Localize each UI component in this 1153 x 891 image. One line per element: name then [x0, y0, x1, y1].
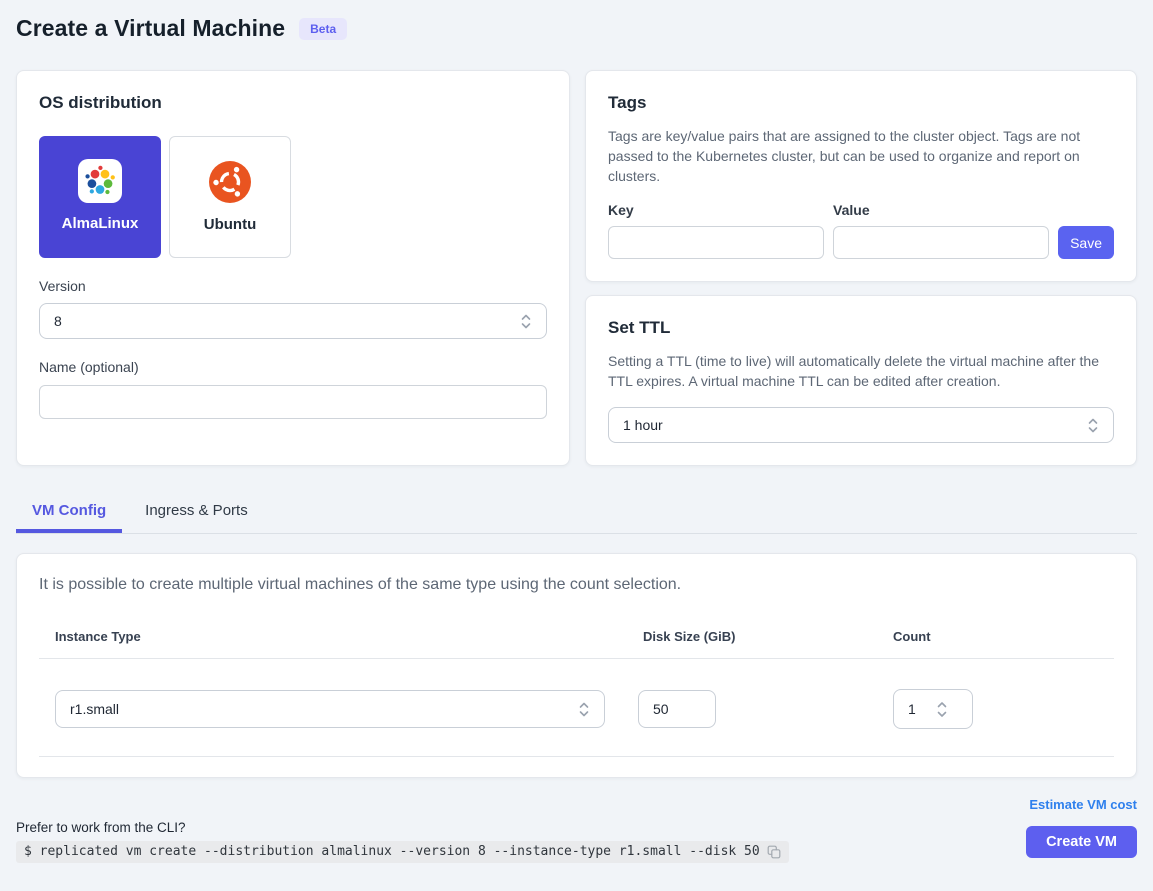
- instance-type-select[interactable]: r1.small: [55, 690, 605, 728]
- chevron-up-down-icon: [578, 701, 590, 718]
- instance-type-value: r1.small: [70, 701, 119, 717]
- create-vm-page: Create a Virtual Machine Beta OS distrib…: [0, 0, 1153, 863]
- estimate-vm-cost-link[interactable]: Estimate VM cost: [1029, 797, 1137, 812]
- column-instance-type: Instance Type: [55, 629, 141, 644]
- count-stepper[interactable]: [893, 689, 973, 729]
- os-tile-almalinux[interactable]: AlmaLinux: [39, 136, 161, 258]
- count-stepper-arrows: [936, 701, 948, 718]
- cli-section: Prefer to work from the CLI? $ replicate…: [16, 820, 789, 863]
- os-tiles: AlmaLinux Ubuntu: [39, 136, 547, 258]
- vm-table-header: Instance Type Disk Size (GiB) Count: [39, 628, 1114, 659]
- os-tile-ubuntu[interactable]: Ubuntu: [169, 136, 291, 258]
- set-ttl-card: Set TTL Setting a TTL (time to live) wil…: [585, 295, 1137, 466]
- ttl-select[interactable]: 1 hour: [608, 407, 1114, 443]
- tags-form: Key Value Save: [608, 202, 1114, 259]
- page-header: Create a Virtual Machine Beta: [16, 15, 1137, 42]
- ubuntu-logo-box: [208, 160, 252, 204]
- create-vm-button[interactable]: Create VM: [1026, 826, 1137, 858]
- tab-bar: VM Config Ingress & Ports: [16, 493, 1137, 534]
- os-card-title: OS distribution: [39, 93, 547, 113]
- name-label: Name (optional): [39, 359, 547, 375]
- footer-row: Prefer to work from the CLI? $ replicate…: [16, 820, 1137, 863]
- disk-size-input[interactable]: [638, 690, 716, 728]
- tags-card-description: Tags are key/value pairs that are assign…: [608, 126, 1114, 186]
- save-tag-button[interactable]: Save: [1058, 226, 1114, 259]
- name-input[interactable]: [39, 385, 547, 419]
- column-disk-size: Disk Size (GiB): [643, 629, 735, 644]
- version-select-value: 8: [54, 313, 62, 329]
- tag-value-column: Value: [833, 202, 1049, 259]
- stepper-up-icon[interactable]: [936, 701, 948, 709]
- ttl-card-description: Setting a TTL (time to live) will automa…: [608, 351, 1114, 391]
- vm-config-intro: It is possible to create multiple virtua…: [39, 576, 1114, 594]
- version-select[interactable]: 8: [39, 303, 547, 339]
- chevron-up-down-icon: [1087, 417, 1099, 434]
- count-input[interactable]: [894, 701, 934, 717]
- vm-table: Instance Type Disk Size (GiB) Count r1.s…: [39, 628, 1114, 757]
- almalinux-logo-box: [78, 159, 122, 203]
- cli-command-block: $ replicated vm create --distribution al…: [16, 841, 789, 863]
- estimate-row: Estimate VM cost: [16, 796, 1137, 814]
- stepper-down-icon[interactable]: [936, 710, 948, 718]
- tag-value-label: Value: [833, 202, 1049, 218]
- right-column: Tags Tags are key/value pairs that are a…: [585, 70, 1137, 466]
- tab-ingress-ports[interactable]: Ingress & Ports: [129, 493, 264, 533]
- tab-vm-config[interactable]: VM Config: [16, 493, 122, 533]
- vm-table-row: r1.small: [39, 659, 1114, 757]
- vm-config-card: It is possible to create multiple virtua…: [16, 553, 1137, 778]
- top-row: OS distribution AlmaLinux: [16, 70, 1137, 466]
- cli-prompt-text: Prefer to work from the CLI?: [16, 820, 789, 835]
- tags-card: Tags Tags are key/value pairs that are a…: [585, 70, 1137, 282]
- version-label: Version: [39, 278, 547, 294]
- os-tile-label-ubuntu: Ubuntu: [204, 216, 256, 233]
- copy-icon[interactable]: [767, 845, 781, 859]
- chevron-up-down-icon: [520, 313, 532, 330]
- almalinux-icon: [83, 164, 117, 198]
- tag-value-input[interactable]: [833, 226, 1049, 259]
- column-count: Count: [893, 629, 931, 644]
- ubuntu-icon: [208, 160, 252, 204]
- cli-command-text: $ replicated vm create --distribution al…: [24, 844, 760, 859]
- os-tile-label-almalinux: AlmaLinux: [62, 215, 139, 232]
- ttl-card-title: Set TTL: [608, 318, 1114, 338]
- tags-card-title: Tags: [608, 93, 1114, 113]
- tag-key-input[interactable]: [608, 226, 824, 259]
- tag-key-label: Key: [608, 202, 824, 218]
- ttl-select-value: 1 hour: [623, 417, 663, 433]
- beta-badge: Beta: [299, 18, 347, 40]
- tag-key-column: Key: [608, 202, 824, 259]
- os-distribution-card: OS distribution AlmaLinux: [16, 70, 570, 466]
- page-title: Create a Virtual Machine: [16, 15, 285, 42]
